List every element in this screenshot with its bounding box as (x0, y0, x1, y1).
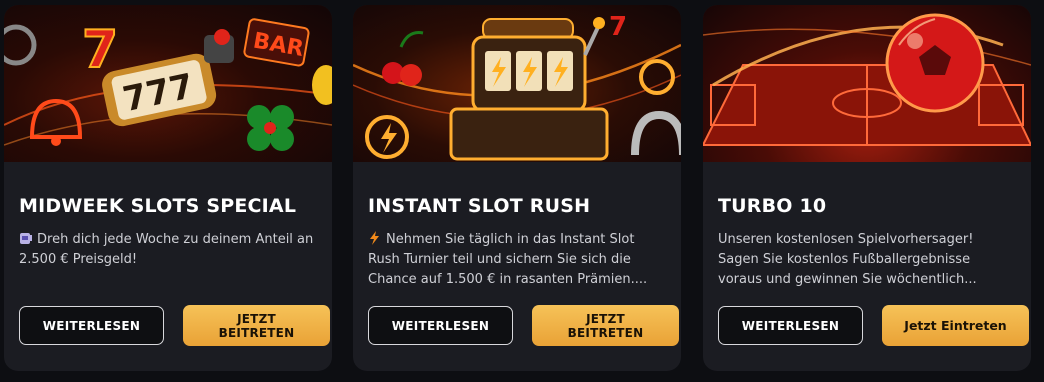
promo-title: MIDWEEK SLOTS SPECIAL (19, 195, 297, 217)
join-button-label: JETZT BEITRETEN (218, 311, 295, 340)
svg-text:7: 7 (609, 12, 627, 42)
read-more-button[interactable]: WEITERLESEN (19, 306, 164, 345)
svg-text:7: 7 (82, 20, 118, 80)
promo-description-text: Dreh dich jede Woche zu deinem Anteil an… (19, 232, 314, 267)
promo-title: TURBO 10 (718, 195, 827, 217)
join-now-button[interactable]: Jetzt Eintreten (882, 305, 1029, 346)
promo-description-text: Nehmen Sie täglich in das Instant Slot R… (368, 232, 648, 287)
promo-description: Nehmen Sie täglich in das Instant Slot R… (368, 230, 668, 290)
slot-machine-emoji-icon (20, 233, 32, 244)
lightning-emoji-icon (370, 231, 379, 245)
promo-banner-image: 7 (353, 5, 681, 162)
promo-card-instant-slot-rush: 7 INSTANT SLOT RUSH Nehmen Sie täglich i… (353, 5, 681, 371)
promo-description-text: Unseren kostenlosen Spielvorhersager! Sa… (718, 232, 977, 287)
promo-description: Dreh dich jede Woche zu deinem Anteil an… (19, 230, 319, 270)
promo-title: INSTANT SLOT RUSH (368, 195, 591, 217)
join-now-button[interactable]: JETZT BEITRETEN (532, 305, 679, 346)
join-button-label: JETZT BEITRETEN (567, 311, 644, 340)
read-more-button[interactable]: WEITERLESEN (368, 306, 513, 345)
promo-card-turbo-10: TURBO 10 Unseren kostenlosen Spielvorher… (703, 5, 1031, 371)
read-more-button[interactable]: WEITERLESEN (718, 306, 863, 345)
promo-banner-image (703, 5, 1031, 162)
join-now-button[interactable]: JETZT BEITRETEN (183, 305, 330, 346)
promo-description: Unseren kostenlosen Spielvorhersager! Sa… (718, 230, 1018, 290)
promo-card-midweek-slots: 7 777 BAR MIDWEEK SLOTS SPECIAL Dreh dic… (4, 5, 332, 371)
promo-banner-image: 7 777 BAR (4, 5, 332, 162)
